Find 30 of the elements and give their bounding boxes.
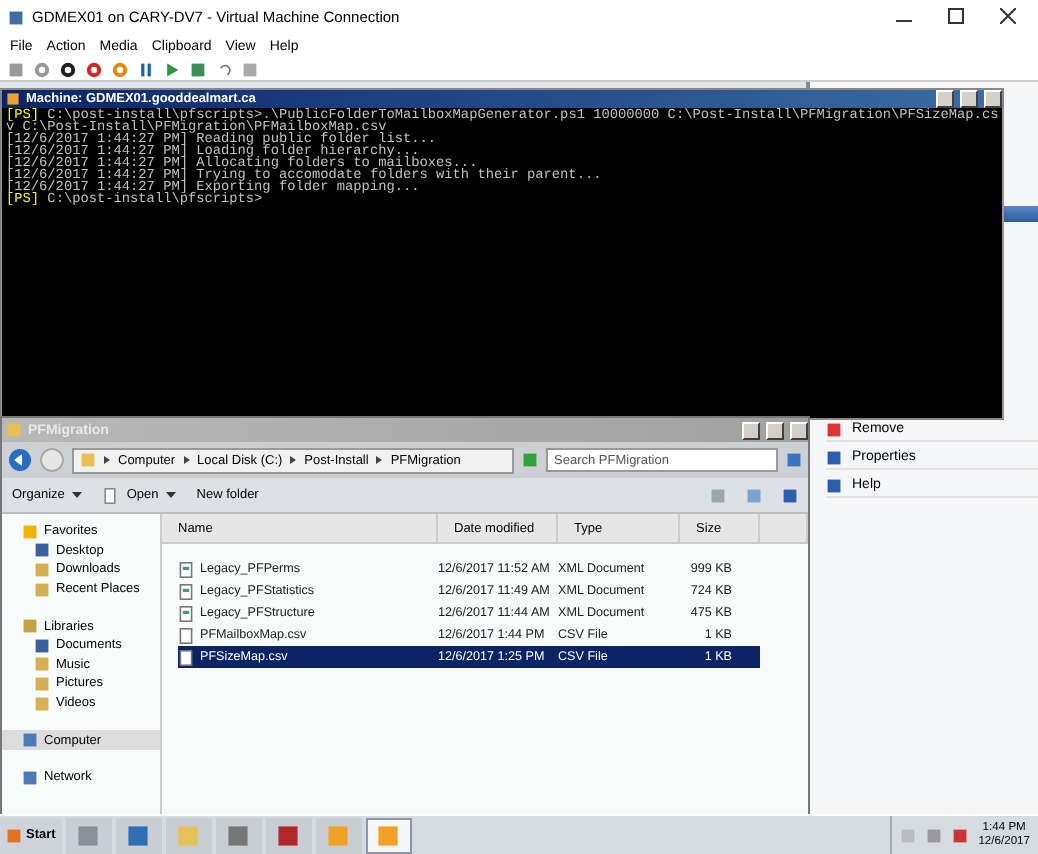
close-button[interactable]	[790, 421, 808, 439]
resume-icon	[164, 61, 180, 77]
minimize-icon[interactable]	[896, 19, 912, 23]
chevron-icon[interactable]	[376, 456, 383, 464]
close-icon[interactable]	[1000, 7, 1016, 23]
file-icon	[102, 487, 119, 503]
start-icon[interactable]	[34, 61, 50, 77]
chevron-icon[interactable]	[104, 456, 110, 464]
minimize-button[interactable]	[936, 90, 954, 108]
revert-icon	[216, 61, 232, 77]
maximize-button[interactable]	[960, 90, 978, 108]
xml-file-icon	[178, 605, 194, 621]
stop-icon[interactable]	[60, 61, 76, 77]
maximize-button[interactable]	[766, 421, 784, 439]
pause-icon	[138, 61, 154, 77]
taskbar-button[interactable]	[265, 817, 312, 853]
minimize-button[interactable]	[742, 421, 760, 439]
power-icon[interactable]	[112, 61, 128, 77]
taskbar-button[interactable]	[215, 817, 262, 853]
shutdown-icon[interactable]	[86, 61, 102, 77]
scrollbar[interactable]	[1002, 108, 1005, 418]
close-button[interactable]	[984, 90, 1002, 108]
back-icon[interactable]	[8, 448, 32, 472]
maximize-icon[interactable]	[948, 7, 964, 23]
chevron-icon[interactable]	[290, 456, 297, 464]
taskbar-button[interactable]	[365, 817, 412, 853]
chevron-icon[interactable]	[183, 456, 190, 464]
taskbar-button[interactable]	[115, 817, 162, 853]
xml-file-icon	[178, 561, 194, 577]
xml-file-icon	[178, 583, 194, 599]
